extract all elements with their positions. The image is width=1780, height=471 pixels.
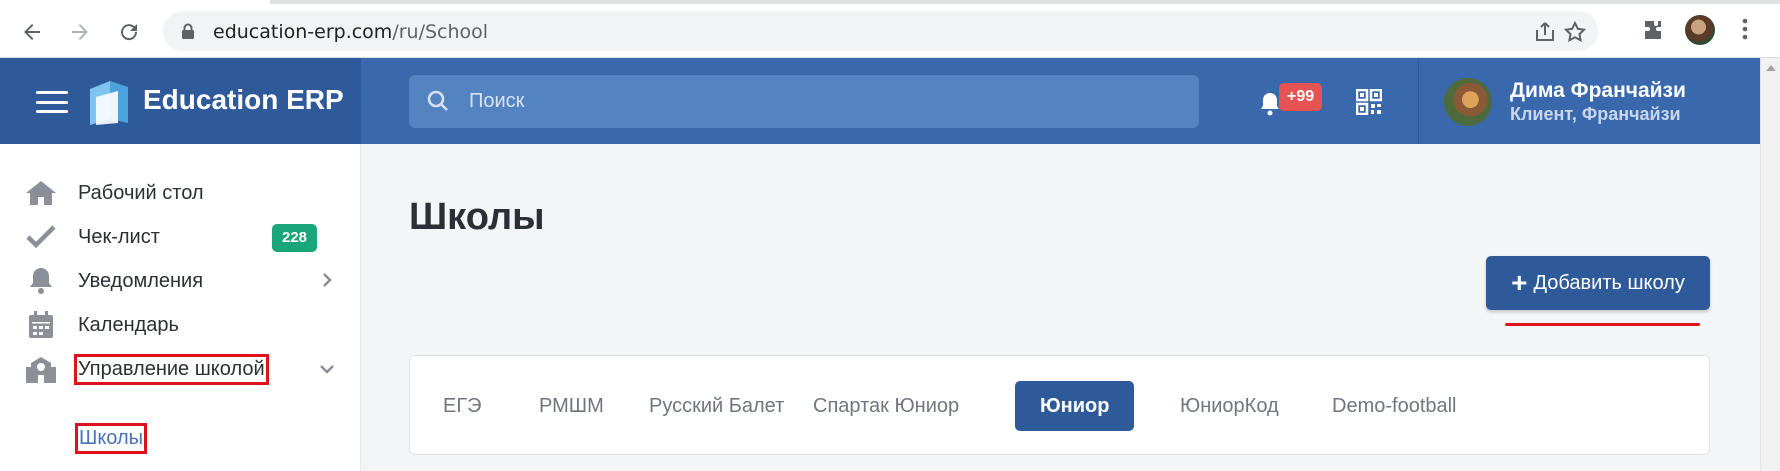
school-icon: [26, 357, 56, 383]
add-school-button[interactable]: + Добавить школу: [1486, 256, 1710, 310]
reload-icon: [121, 24, 138, 41]
header-divider: [1418, 58, 1419, 144]
sidebar-item-label: Рабочий стол: [78, 182, 204, 204]
reload-button[interactable]: [111, 14, 147, 50]
tab-strip: [0, 0, 1780, 4]
search-icon: [427, 90, 448, 111]
bookmark-star-icon[interactable]: [1563, 20, 1587, 44]
highlight-underline: [1505, 323, 1700, 326]
user-role: Клиент, Франчайзи: [1510, 104, 1681, 124]
sidebar-item-label: Календарь: [78, 314, 179, 336]
calendar-icon: [29, 311, 53, 338]
sidebar-item-school-management[interactable]: Управление школой: [0, 346, 361, 392]
search-box[interactable]: [409, 75, 1199, 128]
back-button[interactable]: [14, 14, 50, 50]
notifications-count-badge[interactable]: +99: [1279, 83, 1323, 111]
scroll-up-arrow-icon[interactable]: [1766, 65, 1776, 71]
tab-spartak-junior[interactable]: Спартак Юниор: [788, 381, 984, 431]
lock-icon: [182, 23, 194, 39]
back-arrow-icon: [24, 24, 40, 40]
sidebar-item-notifications[interactable]: Уведомления: [0, 258, 361, 304]
chevron-down-icon: [320, 365, 334, 374]
address-bar[interactable]: education-erp.com/ru/School: [163, 11, 1598, 51]
search-input[interactable]: [469, 87, 1169, 115]
sidebar: Рабочий стол Чек-лист 228 Уведомления Ка…: [0, 144, 361, 471]
checklist-count-badge: 228: [272, 224, 317, 252]
browser-profile-avatar[interactable]: [1685, 15, 1715, 45]
add-school-button-label: Добавить школу: [1533, 271, 1685, 294]
sidebar-subitem-schools[interactable]: Школы: [74, 423, 148, 454]
home-icon: [26, 181, 56, 205]
tab-junior[interactable]: Юниор: [1015, 381, 1135, 431]
sidebar-item-label: Уведомления: [78, 270, 204, 292]
school-tabs-card: ЕГЭ РМШМ Русский Балет Спартак Юниор Юни…: [409, 355, 1710, 455]
user-avatar[interactable]: [1444, 78, 1492, 126]
chevron-right-icon: [323, 273, 332, 287]
plus-icon: +: [1511, 267, 1528, 298]
education-erp-logo-icon: [90, 81, 128, 125]
active-tab-edge: [0, 0, 270, 4]
tab-rmshm[interactable]: РМШМ: [514, 381, 629, 431]
app-title[interactable]: Education ERP: [143, 84, 344, 116]
user-name[interactable]: Дима Франчайзи: [1510, 79, 1686, 103]
url-text: education-erp.com/ru/School: [213, 21, 489, 43]
share-icon[interactable]: [1533, 20, 1557, 44]
qr-code-icon[interactable]: [1356, 89, 1382, 115]
tab-russian-ballet[interactable]: Русский Балет: [624, 381, 809, 431]
sidebar-item-desktop[interactable]: Рабочий стол: [0, 170, 361, 216]
tab-demo-football[interactable]: Demo-football: [1307, 381, 1482, 431]
tab-ege[interactable]: ЕГЭ: [418, 381, 507, 431]
bell-icon: [30, 268, 52, 294]
page-title: Школы: [409, 196, 545, 238]
forward-button[interactable]: [62, 14, 98, 50]
page-scrollbar[interactable]: [1760, 58, 1780, 471]
extensions-puzzle-icon[interactable]: [1641, 18, 1665, 42]
forward-arrow-icon: [72, 24, 88, 40]
menu-toggle-icon[interactable]: [36, 91, 68, 113]
sidebar-item-calendar[interactable]: Календарь: [0, 302, 361, 348]
tab-junior-code[interactable]: ЮниорКод: [1155, 381, 1304, 431]
sidebar-item-label: Чек-лист: [78, 226, 160, 248]
sidebar-item-checklist[interactable]: Чек-лист 228: [0, 214, 361, 260]
check-icon: [26, 225, 56, 249]
browser-menu-icon[interactable]: [1741, 17, 1749, 41]
sidebar-item-label: Управление школой: [74, 354, 269, 385]
